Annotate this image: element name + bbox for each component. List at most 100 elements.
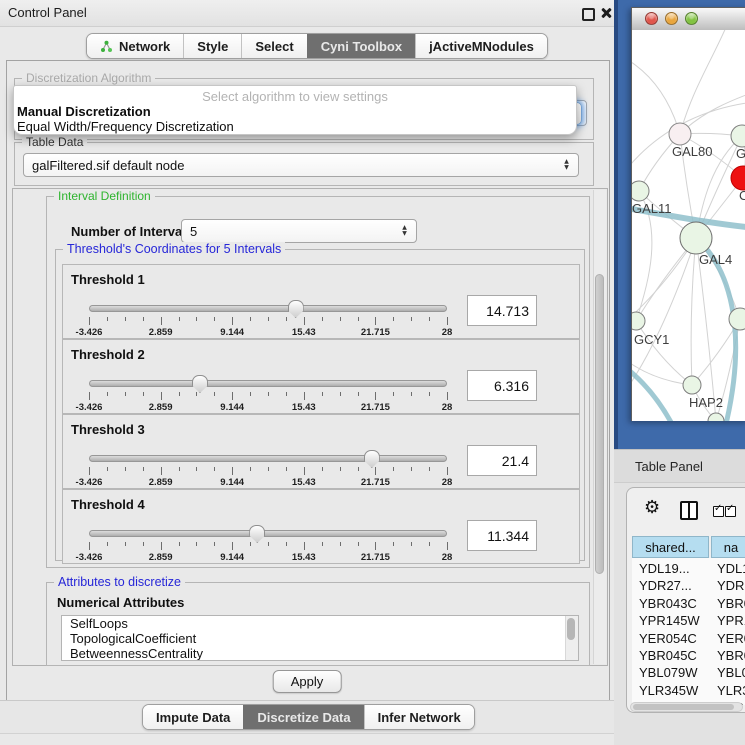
cell-name: YBL0 <box>717 665 745 680</box>
number-of-intervals-combobox[interactable]: 5 ▲▼ <box>181 219 417 243</box>
split-column-icon[interactable] <box>680 501 698 520</box>
top-tab-bar: NetworkStyleSelect Cyni Toolbox jActiveMNo… <box>86 33 548 59</box>
scrollbar-thumb[interactable] <box>567 618 575 640</box>
threshold-value-field[interactable]: 6.316 <box>467 370 537 401</box>
tab-impute-data[interactable]: Impute Data <box>143 705 243 729</box>
slider-thumb[interactable] <box>249 525 265 543</box>
threshold-slider[interactable]: -3.4262.8599.14415.4321.71528 <box>89 451 447 487</box>
algorithm-option-equal-width-frequency-discretization[interactable]: Equal Width/Frequency Discretization <box>14 119 576 134</box>
tab-discretize-data[interactable]: Discretize Data <box>243 705 363 729</box>
network-node-g[interactable] <box>731 125 745 147</box>
tab-cyni-toolbox[interactable]: Cyni Toolbox <box>307 34 415 58</box>
horizontal-scrollbar[interactable] <box>630 702 743 712</box>
slider-track[interactable] <box>89 305 447 312</box>
table-row[interactable]: YDL19...YDL1 <box>632 561 745 578</box>
column-header-na[interactable]: na <box>711 536 745 558</box>
attribute-item-selfloops[interactable]: SelfLoops <box>62 616 578 631</box>
cell-name: YER0 <box>717 631 745 646</box>
tab-style[interactable]: Style <box>183 34 241 58</box>
table-header-row: shared...na <box>632 536 745 558</box>
scrollbar-thumb[interactable] <box>633 704 734 710</box>
scrollbar-thumb[interactable] <box>595 274 604 574</box>
cell-name: YLR3 <box>717 683 745 698</box>
node-label: HAP2 <box>689 395 723 410</box>
table-row[interactable]: YBL079WYBL0 <box>632 665 745 682</box>
number-of-intervals-label: Number of Intervals <box>71 224 193 239</box>
threshold-panel-2: Threshold 2-3.4262.8599.14415.4321.71528… <box>62 339 580 414</box>
table-data-group: Table Data galFiltered.sif default node … <box>14 142 594 186</box>
algorithm-dropdown-popup: Select algorithm to view settings Manual… <box>13 85 577 135</box>
table-row[interactable]: YPR145WYPR1 <box>632 613 745 630</box>
table-data-combobox-value: galFiltered.sif default node <box>24 158 559 173</box>
cell-shared-name: YDL19... <box>639 561 690 576</box>
stepper-icon[interactable]: ▲▼ <box>559 156 574 174</box>
algorithm-group-title: Discretization Algorithm <box>22 71 155 85</box>
attributes-group-title: Attributes to discretize <box>54 575 185 589</box>
table-row[interactable]: YBR045CYBR0 <box>632 648 745 665</box>
vertical-scrollbar[interactable] <box>593 190 606 664</box>
network-window-titlebar[interactable] <box>632 8 745 31</box>
table-row[interactable]: YLR345W YLR3 <box>632 683 745 700</box>
attribute-item-topologicalcoefficient[interactable]: TopologicalCoefficient <box>62 631 578 646</box>
network-node-gal80[interactable] <box>669 123 691 145</box>
tab-infer-network[interactable]: Infer Network <box>364 705 474 729</box>
attributes-group: Attributes to discretize Numerical Attri… <box>46 582 590 666</box>
node-label: GAL4 <box>699 252 732 267</box>
network-node-gal11[interactable] <box>632 181 649 201</box>
algorithm-option-manual-discretization[interactable]: Manual Discretization <box>14 104 576 119</box>
network-window[interactable]: GAL80GCGAL11GAL4GCY1HHAP2 <box>631 7 745 421</box>
network-canvas[interactable]: GAL80GCGAL11GAL4GCY1HHAP2 <box>632 30 745 421</box>
stepper-icon[interactable]: ▲▼ <box>397 222 412 240</box>
attributes-scrollbar[interactable] <box>565 616 578 660</box>
checkbox-icon[interactable]: ✓ <box>713 506 724 517</box>
tab-label: jActiveMNodules <box>429 39 534 54</box>
slider-track[interactable] <box>89 380 447 387</box>
close-icon[interactable] <box>600 7 612 19</box>
threshold-slider[interactable]: -3.4262.8599.14415.4321.71528 <box>89 301 447 337</box>
tab-select[interactable]: Select <box>241 34 306 58</box>
slider-thumb[interactable] <box>288 300 304 318</box>
table-panel-title: Table Panel <box>635 459 703 474</box>
slider-track[interactable] <box>89 455 447 462</box>
slider-tick-labels: -3.4262.8599.14415.4321.71528 <box>89 327 447 338</box>
slider-thumb[interactable] <box>364 450 380 468</box>
node-label: GAL11 <box>632 201 672 216</box>
float-window-icon[interactable] <box>582 8 595 21</box>
cell-shared-name: YPR145W <box>639 613 700 628</box>
numerical-attributes-label: Numerical Attributes <box>57 595 184 610</box>
slider-ticks <box>89 392 447 402</box>
network-node-gcy1[interactable] <box>632 312 645 330</box>
zoom-traffic-light-icon[interactable] <box>685 12 698 25</box>
threshold-value-field[interactable]: 21.4 <box>467 445 537 476</box>
network-node-gal4[interactable] <box>680 222 712 254</box>
tab-label: Impute Data <box>156 710 230 725</box>
table-row[interactable]: YBR043CYBR0 <box>632 596 745 613</box>
apply-button[interactable]: Apply <box>273 670 342 693</box>
tab-network[interactable]: Network <box>87 34 183 58</box>
gear-icon[interactable]: ⚙ <box>644 497 660 518</box>
tab-label: Cyni Toolbox <box>321 39 402 54</box>
table-row[interactable]: YDR27... YDR2 <box>632 578 745 595</box>
slider-track[interactable] <box>89 530 447 537</box>
table-data-combobox[interactable]: galFiltered.sif default node ▲▼ <box>23 153 579 177</box>
network-node-hap2[interactable] <box>683 376 701 394</box>
attribute-item-betweennesscentrality[interactable]: BetweennessCentrality <box>62 646 578 661</box>
cell-shared-name: YLR345W <box>639 683 698 698</box>
table-row[interactable]: YER054CYER0 <box>632 631 745 648</box>
minimize-traffic-light-icon[interactable] <box>665 12 678 25</box>
threshold-slider[interactable]: -3.4262.8599.14415.4321.71528 <box>89 526 447 562</box>
threshold-value-field[interactable]: 11.344 <box>467 520 537 551</box>
cell-shared-name: YDR27... <box>639 578 692 593</box>
threshold-slider[interactable]: -3.4262.8599.14415.4321.71528 <box>89 376 447 412</box>
numerical-attributes-list[interactable]: SelfLoopsTopologicalCoefficientBetweenne… <box>61 615 579 661</box>
slider-ticks <box>89 467 447 477</box>
threshold-value-field[interactable]: 14.713 <box>467 295 537 326</box>
cell-name: YDR2 <box>717 578 745 593</box>
cell-shared-name: YBR043C <box>639 596 697 611</box>
slider-thumb[interactable] <box>192 375 208 393</box>
column-header-shared[interactable]: shared... <box>632 536 709 558</box>
slider-ticks <box>89 542 447 552</box>
close-traffic-light-icon[interactable] <box>645 12 658 25</box>
checkbox-icon[interactable]: ✓ <box>725 506 736 517</box>
tab-jactivemnodules[interactable]: jActiveMNodules <box>415 34 547 58</box>
